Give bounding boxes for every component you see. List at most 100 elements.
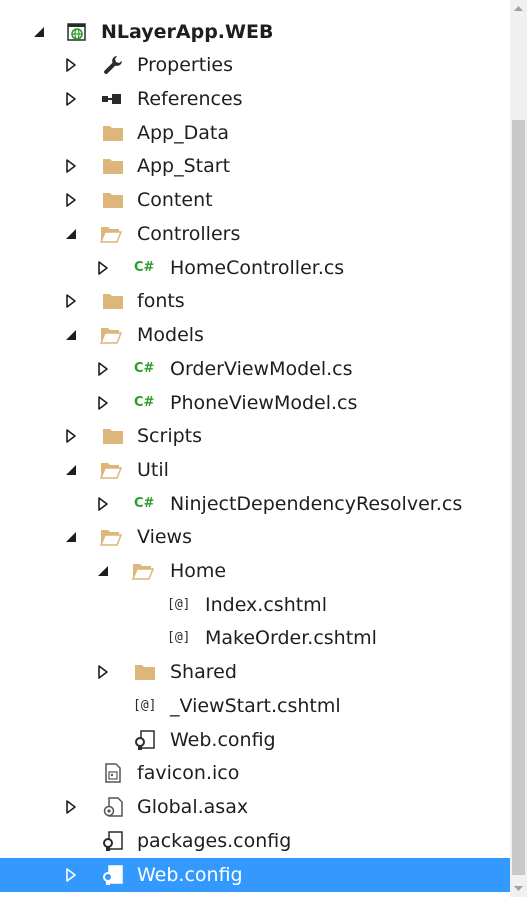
tree-node-label: favicon.ico <box>137 762 240 784</box>
tree-node-label: Properties <box>137 54 234 76</box>
tree-node-global-asax[interactable]: Global.asax <box>0 790 510 824</box>
config-icon <box>102 830 124 852</box>
expanded-arrow-icon[interactable] <box>62 528 80 546</box>
tree-node-packages-config[interactable]: packages.config <box>0 824 510 858</box>
tree-node-web-config[interactable]: Web.config <box>0 858 510 892</box>
tree-node-label: Views <box>137 526 192 548</box>
folder-icon <box>102 189 124 211</box>
tree-node-favicon[interactable]: favicon.ico <box>0 756 510 790</box>
razor-file-icon: [@] <box>133 698 157 713</box>
tree-node-label: Index.cshtml <box>205 594 327 616</box>
collapsed-arrow-icon[interactable] <box>62 157 80 175</box>
tree-node-phone-view-model[interactable]: C# PhoneViewModel.cs <box>0 386 510 420</box>
tree-node-fonts[interactable]: fonts <box>0 284 510 318</box>
expanded-arrow-icon[interactable] <box>94 562 112 580</box>
razor-file-icon: [@] <box>167 630 191 645</box>
tree-node-label: _ViewStart.cshtml <box>170 695 341 717</box>
global-asax-icon <box>102 796 124 818</box>
tree-node-label: References <box>137 88 243 110</box>
tree-node-order-view-model[interactable]: C# OrderViewModel.cs <box>0 352 510 386</box>
folder-open-icon <box>100 459 122 481</box>
folder-icon <box>134 661 156 683</box>
tree-node-label: Web.config <box>137 864 243 886</box>
tree-node-view-start[interactable]: [@] _ViewStart.cshtml <box>0 689 510 723</box>
folder-open-icon <box>100 223 122 245</box>
vertical-scrollbar[interactable] <box>510 0 527 897</box>
expanded-arrow-icon[interactable] <box>62 326 80 344</box>
collapsed-arrow-icon[interactable] <box>94 360 112 378</box>
scroll-down-arrow-icon[interactable] <box>510 880 527 897</box>
tree-node-controllers[interactable]: Controllers <box>0 217 510 251</box>
tree-node-label: Util <box>137 459 169 481</box>
tree-node-label: NLayerApp.WEB <box>101 21 274 43</box>
solution-explorer-tree: NLayerApp.WEB Properties References App_… <box>0 0 510 897</box>
tree-node-home[interactable]: Home <box>0 554 510 588</box>
tree-node-label: OrderViewModel.cs <box>170 358 353 380</box>
folder-icon <box>102 122 124 144</box>
scrollbar-thumb[interactable] <box>512 120 525 875</box>
collapsed-arrow-icon[interactable] <box>94 394 112 412</box>
scroll-up-arrow-icon[interactable] <box>510 0 527 17</box>
tree-node-home-controller[interactable]: C# HomeController.cs <box>0 251 510 285</box>
collapsed-arrow-icon[interactable] <box>94 495 112 513</box>
wrench-icon <box>102 54 124 76</box>
tree-node-label: HomeController.cs <box>170 257 345 279</box>
tree-node-label: Global.asax <box>137 796 249 818</box>
tree-node-make-order-cshtml[interactable]: [@] MakeOrder.cshtml <box>0 621 510 655</box>
expanded-arrow-icon[interactable] <box>62 461 80 479</box>
config-icon <box>134 729 156 751</box>
collapsed-arrow-icon[interactable] <box>94 663 112 681</box>
tree-node-models[interactable]: Models <box>0 318 510 352</box>
tree-node-app-data[interactable]: App_Data <box>0 116 510 150</box>
folder-icon <box>102 155 124 177</box>
csharp-file-icon: C# <box>134 260 155 275</box>
collapsed-arrow-icon[interactable] <box>62 427 80 445</box>
csharp-file-icon: C# <box>134 395 155 410</box>
collapsed-arrow-icon[interactable] <box>62 90 80 108</box>
tree-node-label: NinjectDependencyResolver.cs <box>170 493 463 515</box>
collapsed-arrow-icon[interactable] <box>62 866 80 884</box>
tree-node-views-web-config[interactable]: Web.config <box>0 723 510 757</box>
tree-node-label: MakeOrder.cshtml <box>205 627 377 649</box>
tree-node-references[interactable]: References <box>0 82 510 116</box>
tree-node-label: Home <box>170 560 227 582</box>
tree-node-label: Content <box>137 189 213 211</box>
image-file-icon <box>102 762 124 784</box>
folder-icon <box>102 425 124 447</box>
tree-node-label: PhoneViewModel.cs <box>170 392 358 414</box>
tree-node-ninject-resolver[interactable]: C# NinjectDependencyResolver.cs <box>0 487 510 521</box>
csharp-file-icon: C# <box>134 361 155 376</box>
tree-node-util[interactable]: Util <box>0 453 510 487</box>
tree-node-label: Controllers <box>137 223 241 245</box>
tree-node-label: Scripts <box>137 425 203 447</box>
razor-file-icon: [@] <box>167 597 191 612</box>
tree-node-shared[interactable]: Shared <box>0 655 510 689</box>
collapsed-arrow-icon[interactable] <box>94 259 112 277</box>
expanded-arrow-icon[interactable] <box>30 23 48 41</box>
tree-node-app-start[interactable]: App_Start <box>0 149 510 183</box>
collapsed-arrow-icon[interactable] <box>62 191 80 209</box>
folder-open-icon <box>100 324 122 346</box>
tree-node-index-cshtml[interactable]: [@] Index.cshtml <box>0 588 510 622</box>
tree-node-label: packages.config <box>137 830 292 852</box>
tree-node-label: App_Data <box>137 122 229 144</box>
collapsed-arrow-icon[interactable] <box>62 56 80 74</box>
folder-open-icon <box>100 526 122 548</box>
expanded-arrow-icon[interactable] <box>62 225 80 243</box>
collapsed-arrow-icon[interactable] <box>62 292 80 310</box>
collapsed-arrow-icon[interactable] <box>62 798 80 816</box>
folder-icon <box>102 290 124 312</box>
references-icon <box>100 88 122 110</box>
tree-node-label: fonts <box>137 290 185 312</box>
tree-node-label: Web.config <box>170 729 276 751</box>
tree-node-label: Shared <box>170 661 237 683</box>
tree-node-label: App_Start <box>137 155 231 177</box>
tree-node-project[interactable]: NLayerApp.WEB <box>0 15 510 49</box>
tree-node-scripts[interactable]: Scripts <box>0 419 510 453</box>
tree-node-content[interactable]: Content <box>0 183 510 217</box>
folder-open-icon <box>132 560 154 582</box>
tree-node-views[interactable]: Views <box>0 520 510 554</box>
tree-node-properties[interactable]: Properties <box>0 48 510 82</box>
tree-node-label: Models <box>137 324 204 346</box>
config-icon <box>102 864 124 886</box>
